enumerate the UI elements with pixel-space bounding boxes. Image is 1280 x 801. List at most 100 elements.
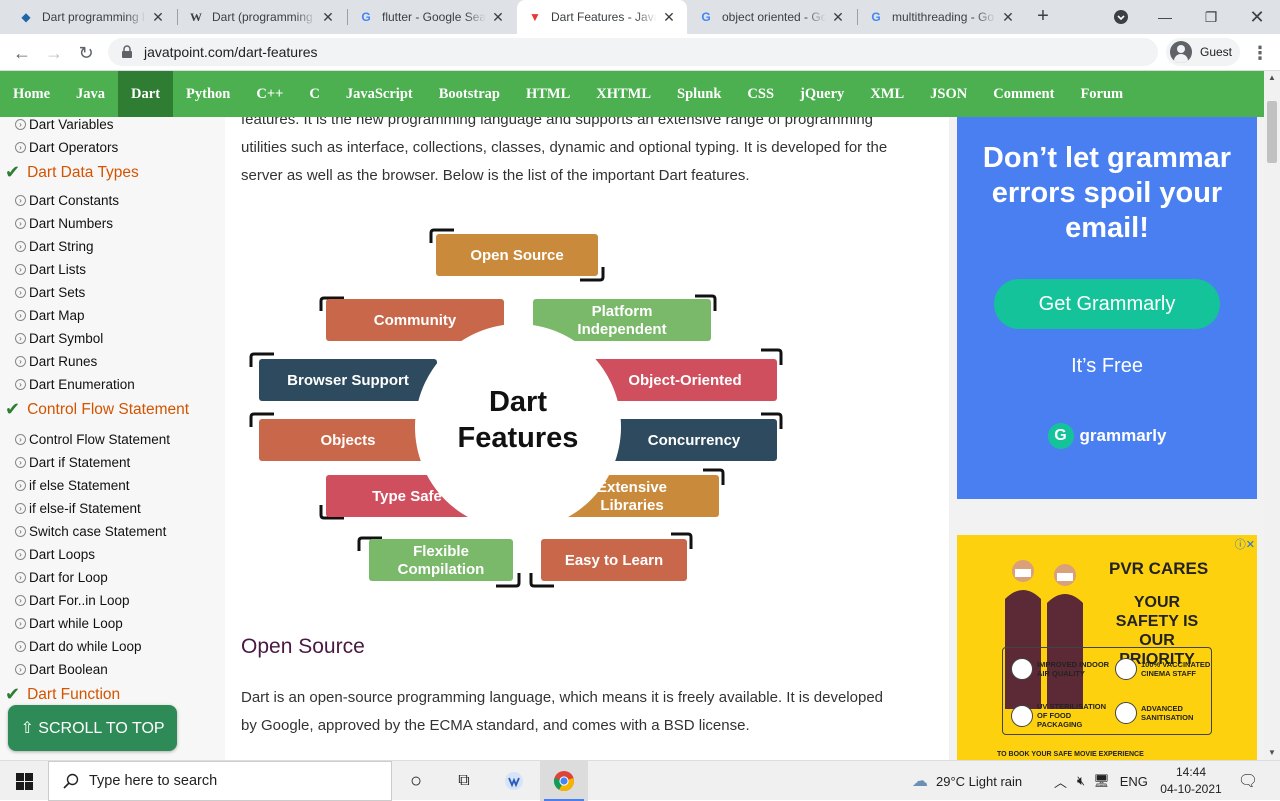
sidebar-section-dart-function[interactable]: ✔ Dart Function — [5, 684, 120, 705]
nav-comment[interactable]: Comment — [980, 71, 1067, 117]
nav-c-[interactable]: C++ — [243, 71, 296, 117]
nav-bootstrap[interactable]: Bootstrap — [426, 71, 513, 117]
nav-home[interactable]: Home — [0, 71, 63, 117]
close-icon[interactable]: ✕ — [150, 9, 166, 25]
start-button[interactable] — [0, 761, 48, 801]
taskbar-search[interactable]: Type here to search — [48, 761, 392, 801]
close-icon: ✕ — [1249, 6, 1265, 27]
sidebar-section-label: Dart Function — [27, 685, 121, 703]
scroll-down-icon[interactable]: ▼ — [1264, 746, 1280, 760]
sidebar-item-dart-runes[interactable]: › Dart Runes — [15, 354, 97, 369]
arrow-left-icon: ← — [13, 42, 31, 63]
get-grammarly-button[interactable]: Get Grammarly — [994, 279, 1220, 329]
nav-c[interactable]: C — [296, 71, 332, 117]
sidebar-item-dart-for-loop[interactable]: › Dart for Loop — [15, 570, 108, 585]
close-icon[interactable]: ✕ — [830, 9, 846, 25]
scroll-to-top-button[interactable]: ⇧ SCROLL TO TOP — [8, 705, 177, 751]
sidebar-section-control-flow-statement[interactable]: ✔ Control Flow Statement — [5, 399, 189, 420]
sidebar-section-dart-data-types[interactable]: ✔ Dart Data Types — [5, 162, 139, 183]
scrollbar-thumb[interactable] — [1267, 101, 1277, 163]
close-icon[interactable]: ✕ — [490, 9, 506, 25]
sidebar-item-dart-operators[interactable]: › Dart Operators — [15, 140, 118, 155]
tab-object-oriented-google[interactable]: G object oriented - Go ✕ — [688, 0, 856, 34]
syringe-icon — [1115, 658, 1137, 680]
restore-icon: ❐ — [1204, 8, 1218, 25]
back-button[interactable]: ← — [8, 39, 36, 67]
sidebar-item-dart-string[interactable]: › Dart String — [15, 239, 94, 254]
weather-widget[interactable]: ☁ 29°C Light rain — [912, 761, 1022, 801]
sidebar-item-dart-constants[interactable]: › Dart Constants — [15, 193, 119, 208]
nav-html[interactable]: HTML — [513, 71, 583, 117]
tab-multithreading-google[interactable]: G multithreading - Go ✕ — [858, 0, 1026, 34]
ad-choices-icon[interactable]: ⓘ✕ — [1235, 536, 1255, 552]
tab-dart-programming[interactable]: ◆ Dart programming l ✕ — [8, 0, 176, 34]
address-bar[interactable]: javatpoint.com/dart-features — [108, 38, 1158, 66]
profile-button[interactable]: Guest — [1166, 38, 1240, 66]
close-window-button[interactable]: ✕ — [1234, 0, 1280, 34]
nav-xml[interactable]: XML — [857, 71, 917, 117]
menu-button[interactable]: ⋮ — [1246, 39, 1274, 67]
sidebar-item-control-flow-statement[interactable]: › Control Flow Statement — [15, 432, 170, 447]
minimize-button[interactable]: — — [1142, 0, 1188, 34]
sidebar-item-label: Dart Runes — [29, 354, 98, 369]
sidebar-item-dart-lists[interactable]: › Dart Lists — [15, 262, 86, 277]
sidebar-item-label: Dart while Loop — [29, 616, 123, 631]
tab-search-button[interactable] — [1098, 0, 1144, 34]
taskbar-app[interactable] — [490, 761, 538, 801]
nav-forum[interactable]: Forum — [1067, 71, 1136, 117]
sidebar-item-dart-symbol[interactable]: › Dart Symbol — [15, 331, 103, 346]
nav-xhtml[interactable]: XHTML — [583, 71, 664, 117]
close-icon[interactable]: ✕ — [320, 9, 336, 25]
sidebar-item-dart-while-loop[interactable]: › Dart while Loop — [15, 616, 123, 631]
tab-dart-features[interactable]: ▼ Dart Features - Java ✕ — [517, 0, 687, 34]
sidebar-item-dart-variables[interactable]: › Dart Variables — [15, 117, 114, 132]
page-scrollbar[interactable]: ▲ ▼ — [1264, 71, 1280, 760]
chevron-up-icon[interactable]: ︿ — [1054, 772, 1067, 791]
sidebar-item-if-else-statement[interactable]: › if else Statement — [15, 478, 130, 493]
search-placeholder: Type here to search — [89, 773, 218, 789]
pvr-ad[interactable]: ⓘ✕ PVR CARES YOUR SAFETY IS OUR PRIORITY… — [957, 535, 1257, 760]
clock[interactable]: 14:44 04-10-2021 — [1156, 764, 1226, 798]
restore-button[interactable]: ❐ — [1188, 0, 1234, 34]
new-tab-button[interactable]: + — [1032, 6, 1054, 28]
close-icon[interactable]: ✕ — [1000, 9, 1016, 25]
nav-dart[interactable]: Dart — [118, 71, 174, 117]
nav-jquery[interactable]: jQuery — [787, 71, 857, 117]
sidebar-item-dart-if-statement[interactable]: › Dart if Statement — [15, 455, 130, 470]
sidebar-item-dart-do-while-loop[interactable]: › Dart do while Loop — [15, 639, 142, 654]
feature-label: Type Safe — [372, 488, 442, 505]
sidebar-item-dart-sets[interactable]: › Dart Sets — [15, 285, 85, 300]
nav-json[interactable]: JSON — [917, 71, 980, 117]
nav-python[interactable]: Python — [173, 71, 243, 117]
close-icon[interactable]: ✕ — [661, 9, 677, 25]
nav-javascript[interactable]: JavaScript — [333, 71, 426, 117]
grammarly-ad[interactable]: Don’t let grammar errors spoil your emai… — [957, 117, 1257, 499]
sidebar-item-if-else-if-statement[interactable]: › if else-if Statement — [15, 501, 141, 516]
nav-splunk[interactable]: Splunk — [664, 71, 734, 117]
sidebar-item-dart-enumeration[interactable]: › Dart Enumeration — [15, 377, 135, 392]
sidebar-item-dart-loops[interactable]: › Dart Loops — [15, 547, 95, 562]
search-icon — [63, 773, 79, 789]
speaker-muted-icon[interactable]: 🔇︎ — [1077, 773, 1085, 789]
nav-css[interactable]: CSS — [734, 71, 787, 117]
feature-node: Open Source — [436, 234, 598, 276]
reload-button[interactable]: ↻ — [72, 39, 100, 67]
notifications-button[interactable]: 🗨︎ — [1224, 761, 1272, 801]
nav-java[interactable]: Java — [63, 71, 118, 117]
sidebar-item-switch-case-statement[interactable]: › Switch case Statement — [15, 524, 166, 539]
task-view-button[interactable]: ⧉ — [440, 761, 488, 801]
language-indicator[interactable]: ENG — [1120, 774, 1148, 789]
cortana-button[interactable]: ○ — [392, 761, 440, 801]
network-icon[interactable]: 🖥︎ — [1093, 773, 1110, 789]
tab-dart-wikipedia[interactable]: W Dart (programming ✕ — [178, 0, 346, 34]
reload-icon: ↻ — [78, 42, 94, 63]
scroll-up-icon[interactable]: ▲ — [1264, 71, 1280, 85]
chrome-taskbar-button[interactable] — [540, 761, 588, 801]
sidebar-item-dart-map[interactable]: › Dart Map — [15, 308, 85, 323]
tab-flutter-google[interactable]: G flutter - Google Sea ✕ — [348, 0, 516, 34]
sidebar-item-dart-numbers[interactable]: › Dart Numbers — [15, 216, 113, 231]
forward-button[interactable]: → — [40, 39, 68, 67]
feature-node: Concurrency — [611, 419, 777, 461]
sidebar-item-dart-boolean[interactable]: › Dart Boolean — [15, 662, 108, 677]
sidebar-item-dart-for-in-loop[interactable]: › Dart For..in Loop — [15, 593, 130, 608]
